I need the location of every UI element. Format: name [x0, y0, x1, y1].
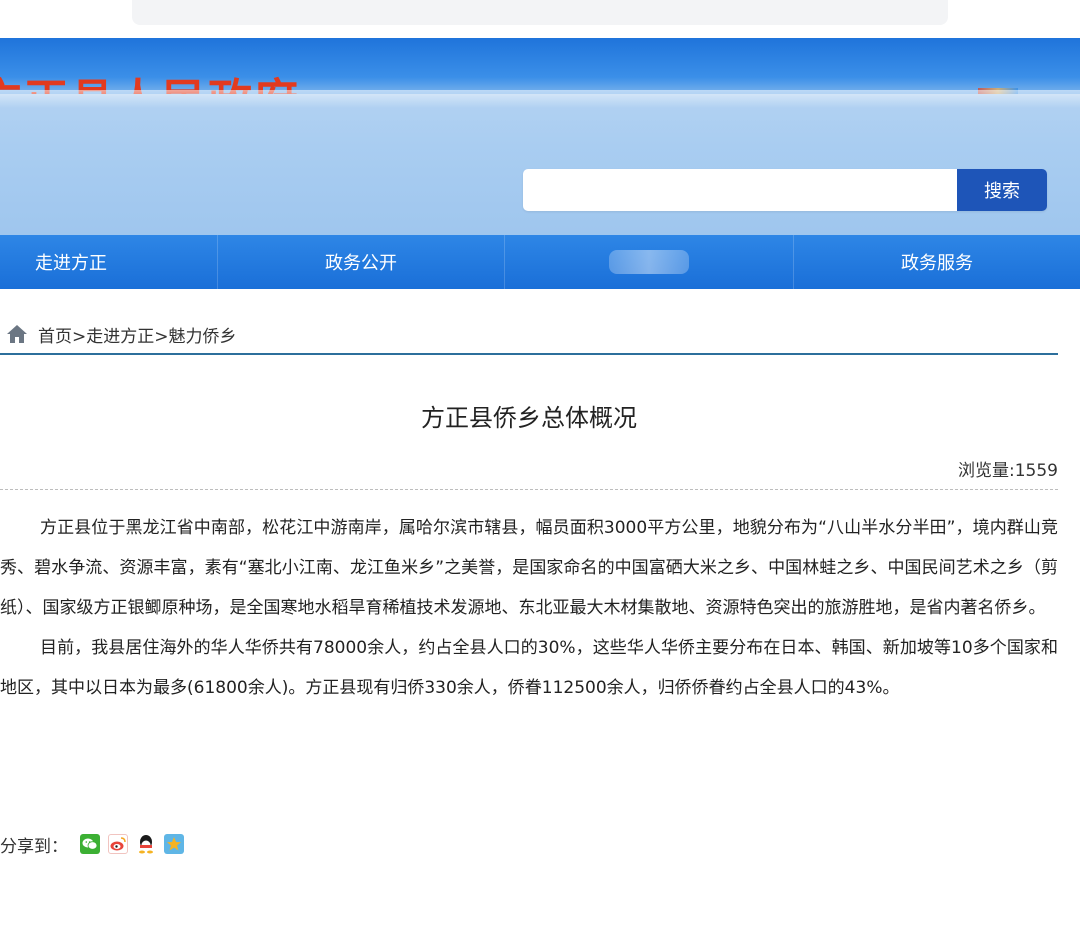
- title-divider: [0, 489, 1058, 490]
- wechat-icon[interactable]: [80, 834, 100, 854]
- browser-top-bar: [0, 0, 1080, 38]
- weibo-icon[interactable]: [108, 834, 128, 854]
- search-input[interactable]: [523, 169, 957, 211]
- share-bar: 分享到：: [0, 829, 184, 859]
- banner-header-strip: 方正县人民政府: [0, 38, 1080, 94]
- breadcrumb-divider: [0, 353, 1058, 355]
- site-banner: 方正县人民政府 搜索: [0, 38, 1080, 235]
- home-icon: [7, 325, 27, 343]
- address-bar[interactable]: [132, 0, 948, 25]
- qq-icon[interactable]: [136, 834, 156, 854]
- blurred-label: [609, 250, 689, 274]
- article-title: 方正县侨乡总体概况: [421, 404, 637, 432]
- banner-glow: [0, 90, 1080, 108]
- share-label: 分享到：: [0, 836, 68, 857]
- main-nav: 走进方正 政务公开 政务服务: [0, 235, 1080, 289]
- article-paragraph: 方正县位于黑龙江省中南部，松花江中游南岸，属哈尔滨市辖县，幅员面积3000平方公…: [0, 518, 1058, 618]
- article-paragraph: 目前，我县居住海外的华人华侨共有78000余人，约占全县人口的30%，这些华人华…: [0, 638, 1058, 698]
- search-form: 搜索: [523, 169, 1047, 211]
- search-button[interactable]: 搜索: [957, 169, 1047, 211]
- qzone-icon[interactable]: [164, 834, 184, 854]
- nav-item-about[interactable]: 走进方正: [0, 235, 218, 289]
- article-body: 方正县位于黑龙江省中南部，松花江中游南岸，属哈尔滨市辖县，幅员面积3000平方公…: [0, 508, 1058, 708]
- nav-item-gov-affairs-open[interactable]: 政务公开: [218, 235, 505, 289]
- nav-item-blurred[interactable]: [505, 235, 794, 289]
- view-count: 浏览量:1559: [958, 461, 1058, 481]
- nav-item-gov-services[interactable]: 政务服务: [794, 235, 1080, 289]
- share-icons: [80, 834, 184, 854]
- breadcrumb-text[interactable]: 首页>走进方正>魅力侨乡: [38, 322, 237, 347]
- breadcrumb: 首页>走进方正>魅力侨乡: [6, 318, 237, 350]
